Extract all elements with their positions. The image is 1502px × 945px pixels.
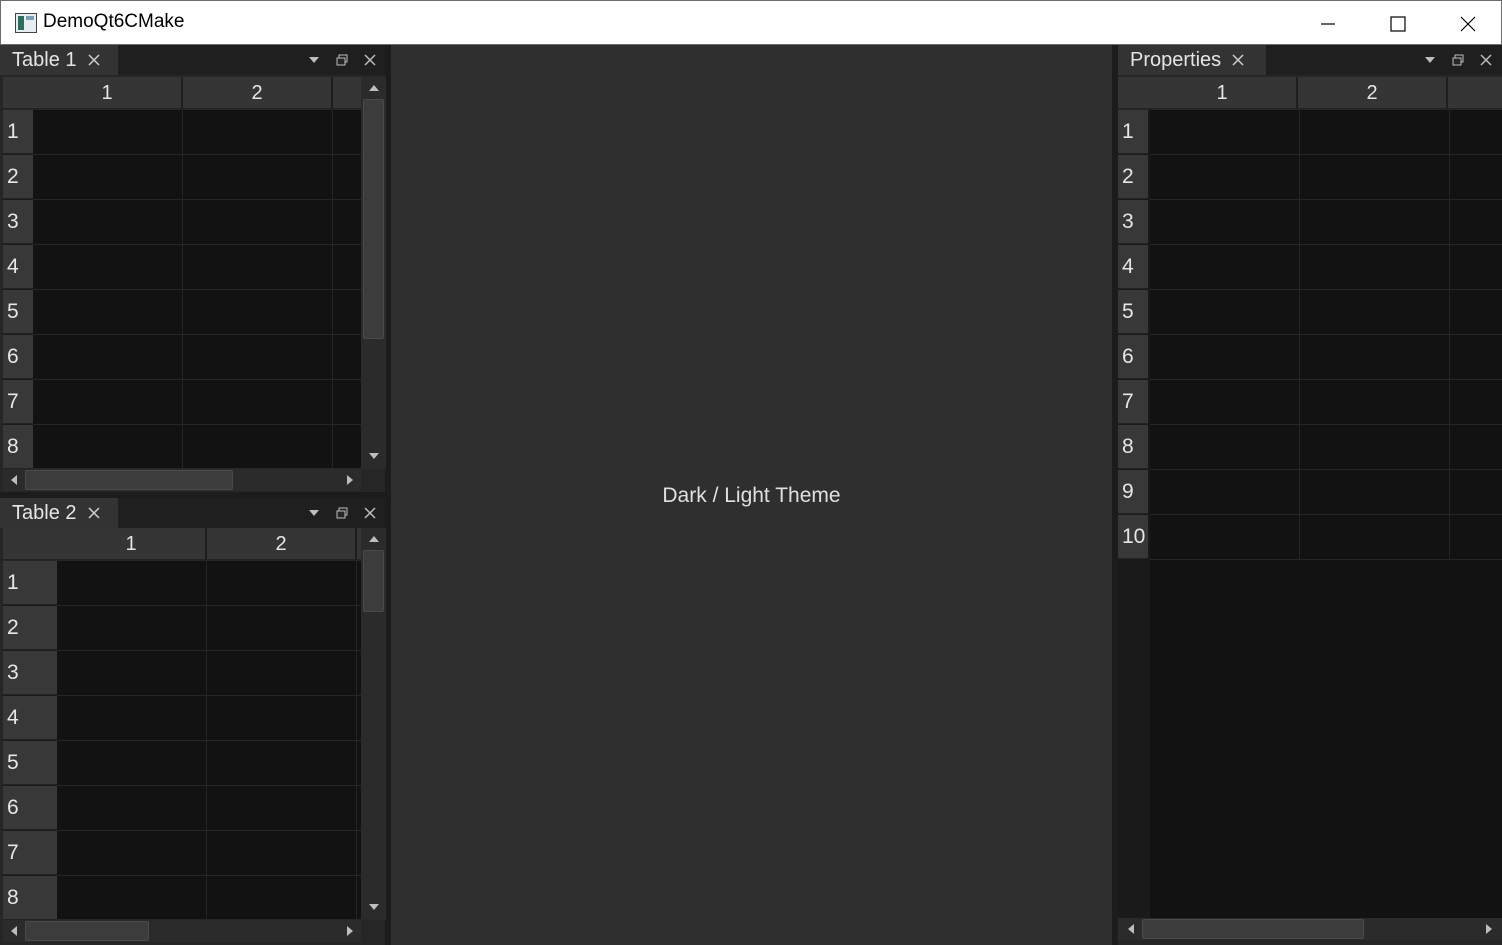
row-header-cell[interactable]: 7 <box>1118 380 1148 424</box>
close-icon[interactable] <box>356 45 384 75</box>
scrollbar-thumb[interactable] <box>25 470 233 490</box>
row-header-cell[interactable]: 4 <box>1118 245 1148 289</box>
table-grid[interactable] <box>33 110 361 468</box>
row-header-cell[interactable]: 6 <box>1118 335 1148 379</box>
row-header-cell[interactable]: 3 <box>3 200 33 244</box>
column-header-1[interactable]: 1 <box>57 528 207 560</box>
dock-buttons <box>1416 45 1500 75</box>
column-header: 1 2 <box>3 528 361 560</box>
dock-buttons <box>300 498 384 528</box>
row-header-cell[interactable]: 9 <box>1118 470 1148 514</box>
scroll-left-icon[interactable] <box>3 469 25 491</box>
column-header-1[interactable]: 1 <box>1148 77 1298 109</box>
central-label: Dark / Light Theme <box>662 484 841 507</box>
dropdown-arrow-icon[interactable] <box>1416 45 1444 75</box>
row-header: 1 2 3 4 5 6 7 8 <box>3 110 33 469</box>
column-header-1[interactable]: 1 <box>33 77 183 109</box>
row-header-cell[interactable]: 4 <box>3 696 57 740</box>
tab-properties[interactable]: Properties <box>1118 45 1266 75</box>
tab-label: Properties <box>1130 48 1222 71</box>
tab-label: Table 1 <box>12 48 77 71</box>
minimize-button[interactable] <box>1293 1 1363 46</box>
scroll-right-icon[interactable] <box>339 469 361 491</box>
tab-label: Table 2 <box>12 501 77 524</box>
row-header-cell[interactable]: 1 <box>3 110 33 154</box>
column-header-2[interactable]: 2 <box>207 528 357 560</box>
row-header-cell[interactable]: 6 <box>3 335 33 379</box>
float-window-icon[interactable] <box>328 498 356 528</box>
scroll-down-icon[interactable] <box>363 445 385 467</box>
row-header-cell[interactable]: 1 <box>3 561 57 605</box>
row-header-cell[interactable]: 1 <box>1118 110 1148 154</box>
float-window-icon[interactable] <box>328 45 356 75</box>
column-header: 1 2 <box>1118 77 1502 109</box>
scroll-left-icon[interactable] <box>3 920 25 942</box>
row-header-cell[interactable]: 5 <box>3 290 33 334</box>
tab-table1[interactable]: Table 1 <box>0 45 118 75</box>
close-icon[interactable] <box>1472 45 1500 75</box>
scroll-right-icon[interactable] <box>339 920 361 942</box>
app-icon <box>15 13 37 33</box>
dock-buttons <box>300 45 384 75</box>
scroll-left-icon[interactable] <box>1120 918 1142 940</box>
dock-properties: Properties 1 2 1 2 3 4 5 6 7 8 9 10 <box>1118 45 1502 945</box>
column-header-2[interactable]: 2 <box>183 77 333 109</box>
row-header: 1 2 3 4 5 6 7 8 9 10 <box>1118 110 1150 918</box>
row-header-cell[interactable]: 3 <box>1118 200 1148 244</box>
maximize-button[interactable] <box>1363 1 1433 46</box>
vertical-scrollbar[interactable] <box>361 528 386 920</box>
row-header-cell[interactable]: 7 <box>3 831 57 875</box>
scrollbar-thumb[interactable] <box>363 99 384 339</box>
column-header-2[interactable]: 2 <box>1298 77 1448 109</box>
row-header-cell[interactable]: 8 <box>3 425 33 469</box>
scroll-up-icon[interactable] <box>363 528 385 550</box>
row-header-cell[interactable]: 2 <box>3 606 57 650</box>
dropdown-arrow-icon[interactable] <box>300 45 328 75</box>
row-header-cell[interactable]: 8 <box>3 876 57 920</box>
float-window-icon[interactable] <box>1444 45 1472 75</box>
row-header-cell[interactable]: 7 <box>3 380 33 424</box>
row-header-cell[interactable]: 5 <box>3 741 57 785</box>
dock-table2: Table 2 1 2 1 2 3 4 5 6 7 8 <box>0 498 386 945</box>
scroll-up-icon[interactable] <box>363 77 385 99</box>
row-header: 1 2 3 4 5 6 7 8 <box>3 561 57 920</box>
row-header-cell[interactable]: 3 <box>3 651 57 695</box>
scroll-down-icon[interactable] <box>363 896 385 918</box>
scrollbar-thumb[interactable] <box>25 921 149 941</box>
row-header-cell[interactable]: 10 <box>1118 515 1148 559</box>
row-header-cell[interactable]: 8 <box>1118 425 1148 469</box>
row-header-cell[interactable]: 6 <box>3 786 57 830</box>
scrollbar-thumb[interactable] <box>1142 919 1364 939</box>
window-titlebar: DemoQt6CMake <box>0 0 1502 45</box>
close-icon[interactable] <box>1231 53 1245 67</box>
window-title: DemoQt6CMake <box>43 11 185 32</box>
row-header-cell[interactable]: 2 <box>1118 155 1148 199</box>
tab-table2[interactable]: Table 2 <box>0 498 118 528</box>
scrollbar-thumb[interactable] <box>363 550 384 612</box>
table-grid[interactable] <box>1150 110 1502 918</box>
scroll-right-icon[interactable] <box>1478 918 1500 940</box>
close-window-button[interactable] <box>1433 1 1502 46</box>
dock-table1: Table 1 1 2 1 2 3 4 5 6 7 8 <box>0 45 386 492</box>
maximize-icon <box>1390 15 1406 32</box>
row-header-cell[interactable]: 2 <box>3 155 33 199</box>
close-icon[interactable] <box>87 506 101 520</box>
horizontal-scrollbar[interactable] <box>1118 918 1502 940</box>
close-icon <box>1460 16 1476 31</box>
central-widget: Dark / Light Theme <box>391 45 1112 945</box>
close-icon[interactable] <box>356 498 384 528</box>
horizontal-scrollbar[interactable] <box>3 469 361 491</box>
table-grid[interactable] <box>57 561 361 919</box>
row-header-cell[interactable]: 5 <box>1118 290 1148 334</box>
vertical-scrollbar[interactable] <box>361 77 386 469</box>
horizontal-scrollbar[interactable] <box>3 920 361 942</box>
minimize-icon <box>1321 22 1335 25</box>
dropdown-arrow-icon[interactable] <box>300 498 328 528</box>
close-icon[interactable] <box>87 53 101 67</box>
column-header: 1 2 <box>3 77 361 109</box>
row-header-cell[interactable]: 4 <box>3 245 33 289</box>
